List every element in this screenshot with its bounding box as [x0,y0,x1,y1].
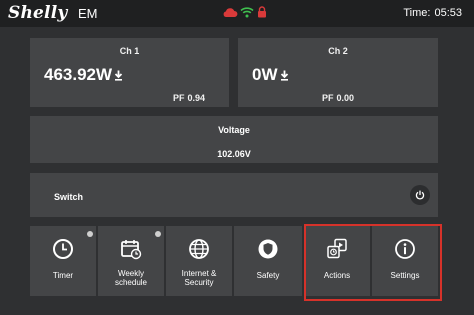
tile-label: Weekly schedule [114,269,148,287]
wifi-icon [240,7,254,18]
power-factor: PF 0.00 [322,93,354,103]
channel-power: 463.92W [44,65,123,85]
pf-value: 0.94 [187,93,205,103]
power-icon [415,190,425,200]
indicator-dot [155,231,161,237]
channel-title: Ch 1 [119,46,140,56]
channel-1-card[interactable]: Ch 1 463.92W PF 0.94 [30,38,229,107]
channel-title: Ch 2 [328,46,348,56]
globe-icon [189,239,209,259]
tile-label: Safety [256,271,280,280]
weekly-schedule-tile[interactable]: Weekly schedule [98,226,164,296]
shelly-logo: Shelly [8,3,68,23]
clock: Time: 05:53 [403,7,462,19]
safety-tile[interactable]: Safety [234,226,302,296]
switch-label: Switch [54,192,84,202]
channel-power: 0W [252,65,289,85]
pf-value: 0.00 [336,93,354,103]
power-factor: PF 0.94 [173,93,205,103]
voltage-title: Voltage [218,125,250,135]
internet-security-tile[interactable]: Internet & Security [166,226,232,296]
pf-label: PF [321,93,334,103]
top-bar: Shelly EM Time: 05:53 [0,0,474,27]
power-value: 463.92W [44,65,113,84]
cloud-icon [223,8,238,17]
tile-label: Internet & Security [181,269,217,287]
channel-2-card[interactable]: Ch 2 0W PF 0.00 [238,38,438,107]
highlight-box [304,224,442,301]
device-model: EM [78,6,98,21]
time-label: Time: [403,7,431,19]
download-arrow-icon [280,70,288,81]
voltage-value: 102.06V [217,149,251,159]
tile-label: Timer [52,271,74,280]
switch-card: Switch [30,173,438,217]
calendar-icon [121,240,142,260]
time-value: 05:53 [434,7,462,19]
power-value: 0W [252,65,278,84]
pf-label: PF [172,93,185,103]
download-arrow-icon [114,70,123,81]
clock-icon [53,239,73,259]
power-button[interactable] [410,185,430,205]
voltage-card: Voltage 102.06V [30,116,438,163]
shield-icon [258,239,278,259]
timer-tile[interactable]: Timer [30,226,96,296]
indicator-dot [87,231,93,237]
lock-icon [258,6,266,18]
